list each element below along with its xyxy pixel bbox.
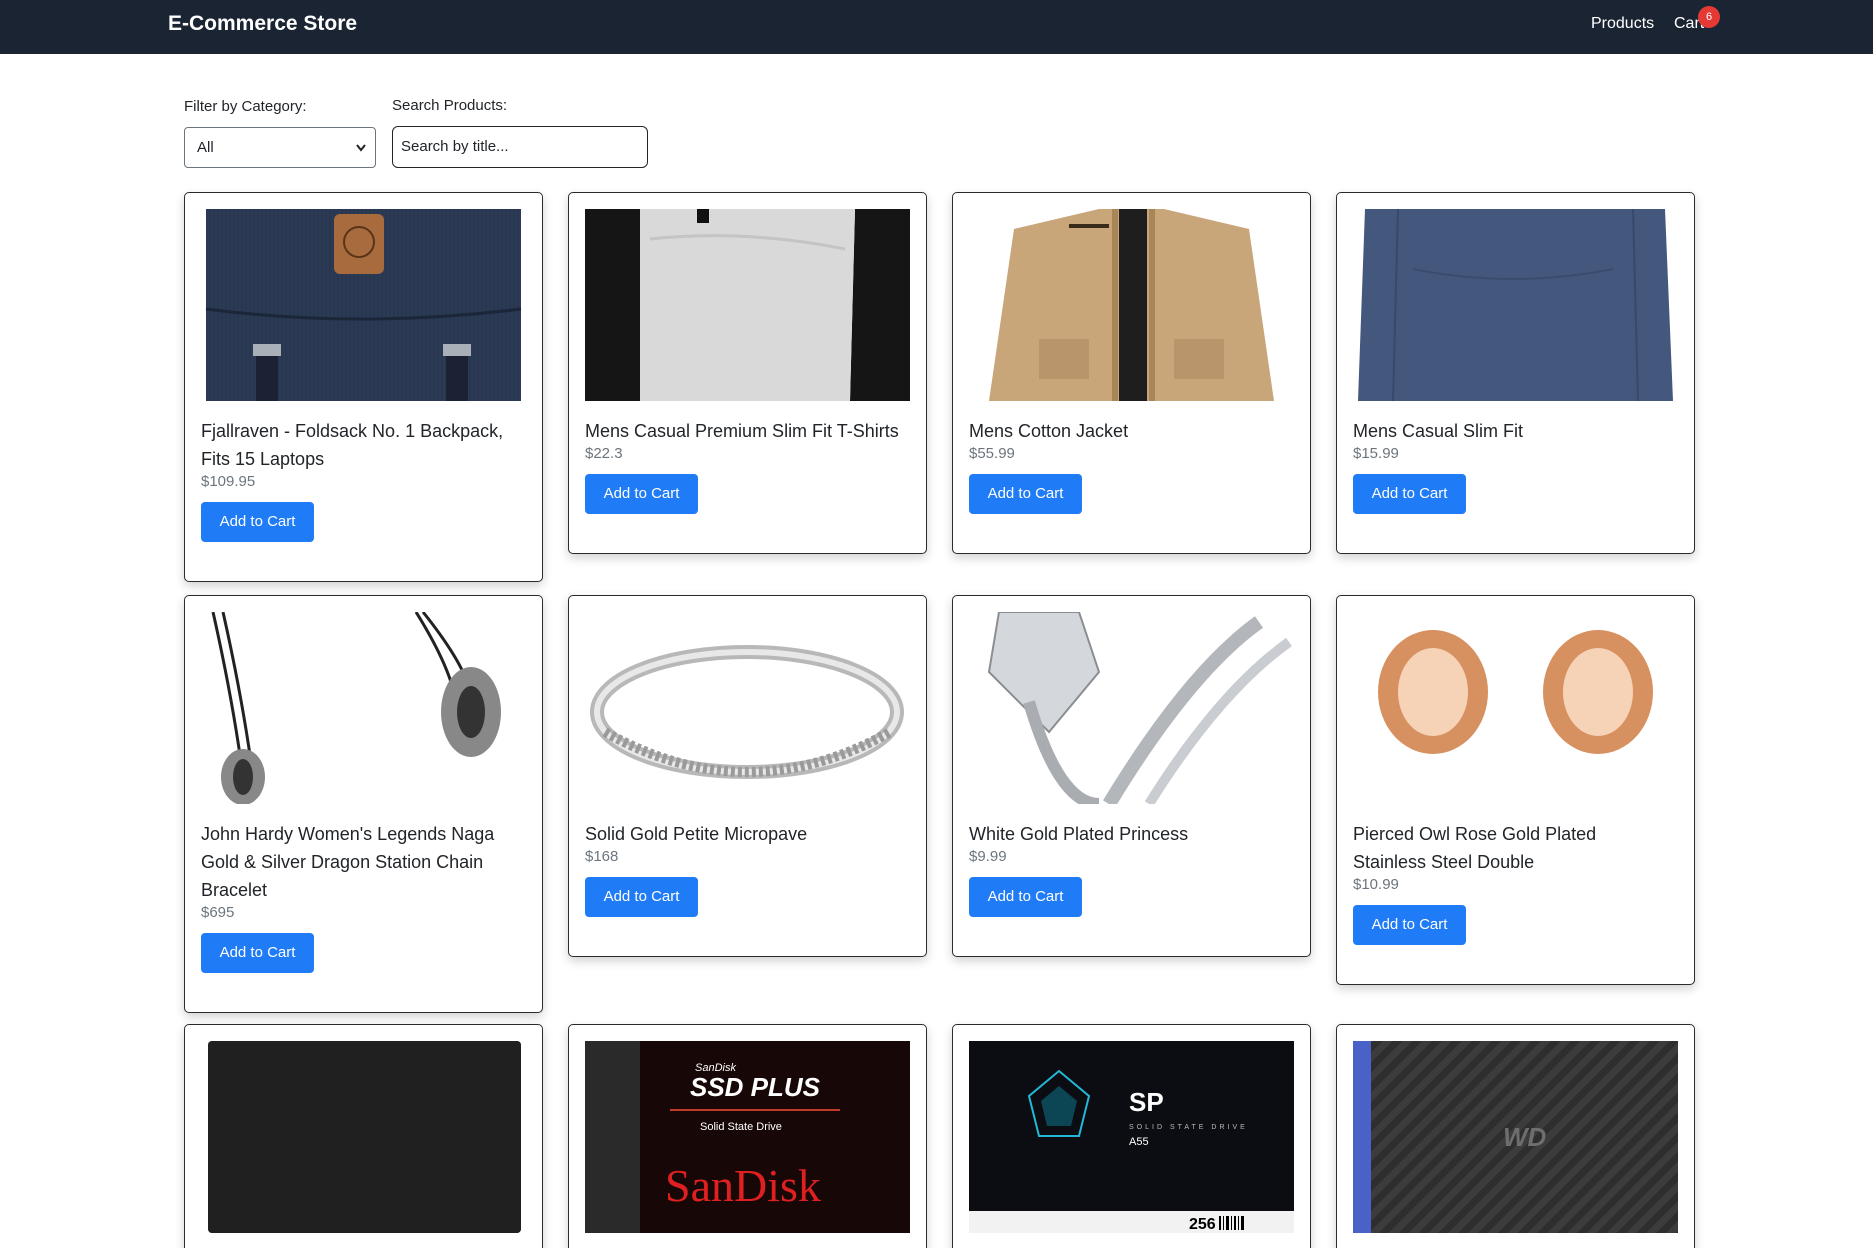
nav-products-link[interactable]: Products [1591,15,1654,33]
image-sub: SOLID STATE DRIVE [1129,1124,1248,1131]
search-label: Search Products: [392,97,508,114]
product-title: Solid Gold Petite Micropave [585,824,808,844]
product-price: $168 [585,848,619,865]
product-title: Mens Casual Slim Fit [1353,421,1524,441]
image-product: SSD PLUS [690,1072,821,1102]
add-to-cart-button[interactable]: Add to Cart [969,474,1082,514]
product-image[interactable] [201,209,526,401]
product-price: $9.99 [969,848,1007,865]
product-title: Pierced Owl Rose Gold Plated Stainless S… [1353,824,1597,872]
product-price: $109.95 [201,473,256,490]
search-input[interactable]: Search by title... [392,126,648,168]
product-card: Fjallraven - Foldsack No. 1 Backpack, Fi… [184,192,543,582]
product-price: $55.99 [969,445,1015,462]
product-card: Mens Casual Premium Slim Fit T-Shirts $22… [568,192,927,554]
product-title: White Gold Plated Princess [969,824,1189,844]
product-title: John Hardy Women's Legends Naga Gold & S… [201,824,495,900]
product-image[interactable] [585,612,910,804]
product-card: White Gold Plated Princess $9.99 Add to Ca… [952,595,1311,957]
product-price: $695 [201,904,235,921]
category-filter-label: Filter by Category: [184,98,307,115]
product-price: $22.3 [585,445,623,462]
product-card: Pierced Owl Rose Gold Plated Stainless S… [1336,595,1695,985]
chevron-down-icon [355,128,367,183]
navbar: E-Commerce Store Products Cart 6 [0,0,1873,54]
add-to-cart-button[interactable]: Add to Cart [1353,474,1466,514]
image-logo: SP [1129,1087,1164,1117]
product-image[interactable]: SP SOLID STATE DRIVE A55 256 [969,1041,1294,1233]
add-to-cart-button[interactable]: Add to Cart [969,877,1082,917]
product-price: $15.99 [1353,445,1399,462]
product-image[interactable] [969,209,1294,401]
product-card: Solid Gold Petite Micropave $168 Add to Ca… [568,595,927,957]
product-image[interactable] [1353,209,1678,401]
search-placeholder: Search by title... [401,138,509,155]
product-title: Fjallraven - Foldsack No. 1 Backpack, Fi… [201,421,504,469]
image-capacity: 256 [1189,1216,1216,1233]
product-price: $10.99 [1353,876,1399,893]
product-image[interactable] [1353,612,1678,804]
product-image[interactable]: SanDisk SSD PLUS Solid State Drive SanDi… [585,1041,910,1233]
product-card: WD [1336,1024,1695,1248]
image-logo: WD [1503,1122,1547,1152]
product-card [184,1024,543,1248]
product-card: SanDisk SSD PLUS Solid State Drive SanDi… [568,1024,927,1248]
category-select-value: All [197,139,214,156]
add-to-cart-button[interactable]: Add to Cart [585,877,698,917]
product-title: Mens Casual Premium Slim Fit T-Shirts [585,421,899,441]
image-brand-big: SanDisk [665,1160,821,1211]
add-to-cart-button[interactable]: Add to Cart [1353,905,1466,945]
product-image[interactable] [201,612,526,804]
cart-count-badge: 6 [1698,6,1720,28]
product-image[interactable] [201,1041,526,1233]
category-select[interactable]: All [184,127,376,168]
product-image[interactable] [969,612,1294,804]
add-to-cart-button[interactable]: Add to Cart [585,474,698,514]
product-card: SP SOLID STATE DRIVE A55 256 [952,1024,1311,1248]
brand-link[interactable]: E-Commerce Store [168,12,357,36]
product-card: Mens Cotton Jacket $55.99 Add to Cart [952,192,1311,554]
product-card: Mens Casual Slim Fit $15.99 Add to Cart [1336,192,1695,554]
product-image[interactable] [585,209,910,401]
image-model: A55 [1129,1136,1149,1148]
product-title: Mens Cotton Jacket [969,421,1129,441]
image-sub: Solid State Drive [700,1121,782,1133]
product-card: John Hardy Women's Legends Naga Gold & S… [184,595,543,1013]
add-to-cart-button[interactable]: Add to Cart [201,933,314,973]
add-to-cart-button[interactable]: Add to Cart [201,502,314,542]
product-image[interactable]: WD [1353,1041,1678,1233]
